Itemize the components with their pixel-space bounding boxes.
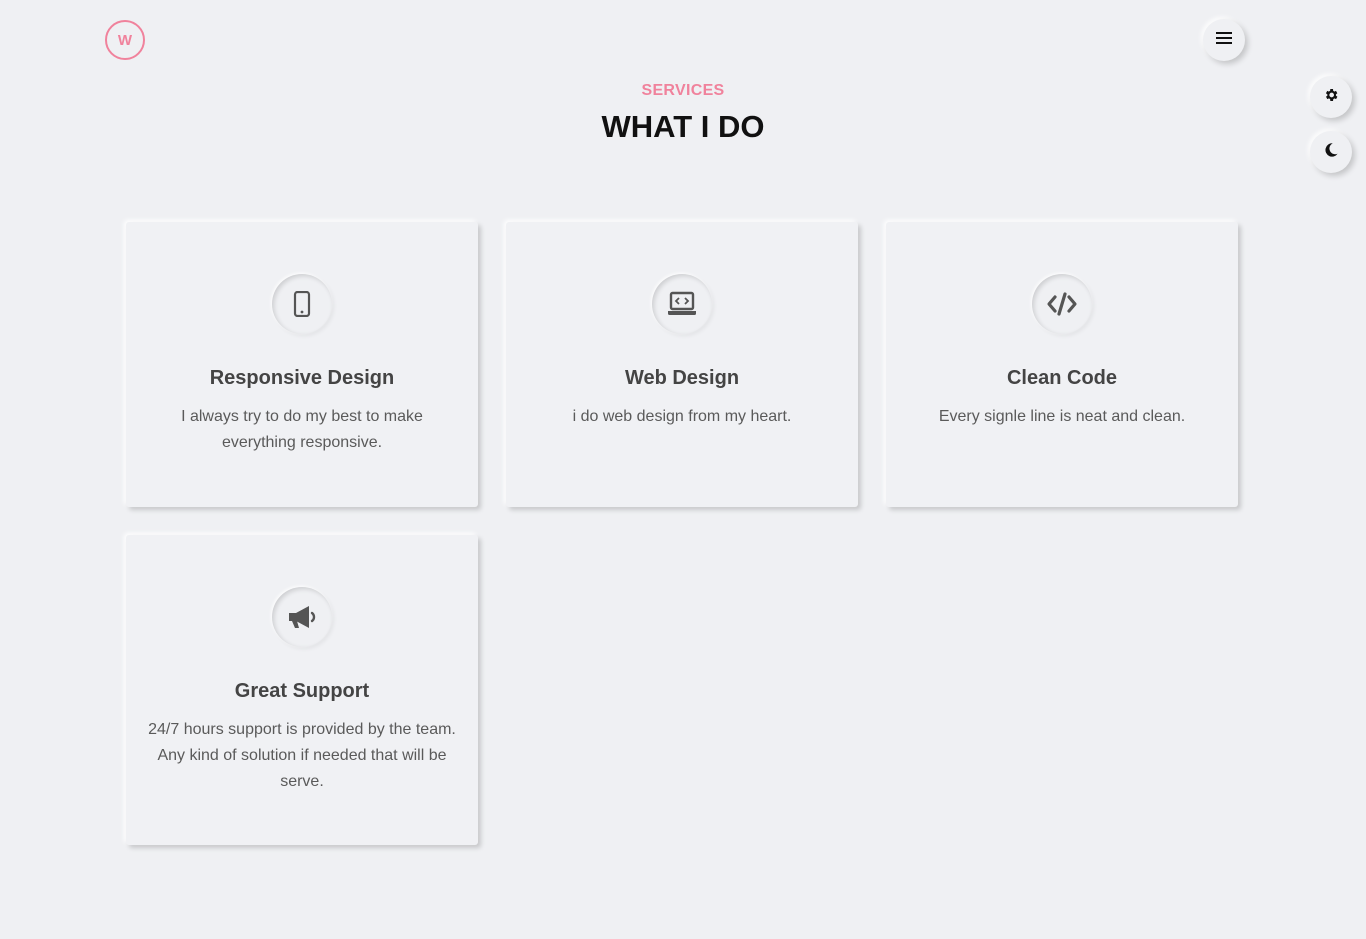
hamburger-icon xyxy=(1215,30,1233,51)
service-description: i do web design from my heart. xyxy=(572,408,792,425)
section-tag: SERVICES xyxy=(641,82,725,99)
service-card-great-support: Great Support 24/7 hours support is prov… xyxy=(126,535,478,845)
logo[interactable]: W xyxy=(105,20,145,60)
logo-letter: W xyxy=(117,31,133,49)
service-title: Great Support xyxy=(234,680,370,702)
service-title: Responsive Design xyxy=(209,367,395,389)
service-card-clean-code: Clean Code Every signle line is neat and… xyxy=(886,222,1238,507)
menu-button[interactable] xyxy=(1203,19,1245,61)
service-title: Clean Code xyxy=(1006,367,1118,389)
service-card-web-design: Web Design i do web design from my heart… xyxy=(506,222,858,507)
laptop-code-icon xyxy=(652,274,712,334)
service-description: Every signle line is neat and clean. xyxy=(938,408,1186,425)
page: W SERVICES WHAT I DO Responsive Design I… xyxy=(0,0,1366,939)
section-title: WHAT I DO xyxy=(601,109,765,144)
service-description: I always try to do my best to make every… xyxy=(181,408,423,451)
service-title: Web Design xyxy=(624,367,740,389)
service-description: 24/7 hours support is provided by the te… xyxy=(148,721,456,790)
code-icon xyxy=(1032,274,1092,334)
service-card-responsive-design: Responsive Design I always try to do my … xyxy=(126,222,478,507)
mobile-icon xyxy=(272,274,332,334)
megaphone-icon xyxy=(272,587,332,647)
